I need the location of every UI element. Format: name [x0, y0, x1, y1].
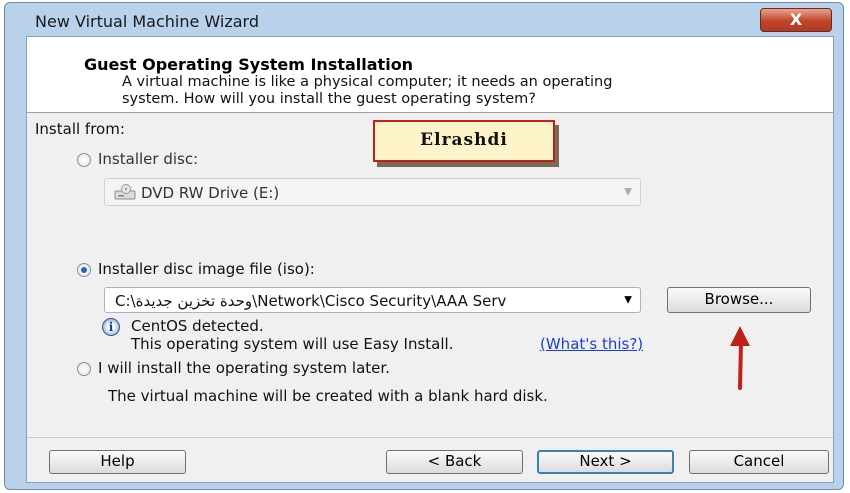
installer-iso-label[interactable]: Installer disc image file (iso): [98, 260, 315, 278]
drive-value: DVD RW Drive (E:) [141, 184, 280, 202]
whats-this-link[interactable]: (What's this?) [540, 335, 643, 353]
footer-separator [27, 437, 833, 438]
close-button[interactable]: X [760, 8, 832, 32]
browse-button-label: Browse... [704, 290, 774, 308]
next-button-label: Next > [579, 452, 632, 470]
install-later-description: The virtual machine will be created with… [108, 387, 548, 405]
back-button[interactable]: < Back [386, 450, 523, 474]
page-description: A virtual machine is like a physical com… [122, 74, 612, 108]
iso-path-value[interactable]: C:\وحدة تخزين جديدة\Network\Cisco Securi… [115, 292, 605, 310]
help-button-label: Help [100, 452, 135, 470]
title-bar[interactable]: New Virtual Machine Wizard X [5, 3, 843, 37]
detection-line-1: CentOS detected. [131, 317, 264, 335]
description-line-2: system. How will you install the guest o… [122, 91, 536, 107]
install-from-label: Install from: [35, 120, 125, 138]
watermark-text: Elrashdi [420, 130, 508, 150]
drive-select[interactable]: DVD RW Drive (E:) ▼ [104, 178, 641, 206]
annotation-arrow-icon [730, 326, 750, 390]
close-icon: X [789, 10, 803, 29]
info-icon: i [102, 318, 120, 336]
watermark-label: Elrashdi [373, 120, 555, 162]
radio-installer-iso[interactable] [77, 263, 91, 277]
cancel-button-label: Cancel [733, 452, 785, 470]
window-title: New Virtual Machine Wizard [35, 12, 259, 31]
back-button-label: < Back [427, 452, 482, 470]
description-line-1: A virtual machine is like a physical com… [122, 74, 613, 90]
radio-installer-disc[interactable] [77, 153, 91, 167]
dvd-drive-icon [114, 184, 136, 205]
installer-disc-label[interactable]: Installer disc: [98, 150, 198, 168]
iso-path-combobox[interactable]: C:\وحدة تخزين جديدة\Network\Cisco Securi… [104, 287, 641, 313]
radio-install-later[interactable] [77, 362, 91, 376]
help-button[interactable]: Help [49, 450, 186, 474]
install-later-label[interactable]: I will install the operating system late… [98, 359, 390, 377]
page-title: Guest Operating System Installation [84, 55, 414, 74]
next-button[interactable]: Next > [537, 450, 674, 474]
chevron-down-icon[interactable]: ▼ [624, 295, 632, 306]
detection-line-2: This operating system will use Easy Inst… [131, 335, 454, 353]
wizard-header: Guest Operating System Installation A vi… [27, 37, 833, 113]
cancel-button[interactable]: Cancel [689, 450, 829, 474]
browse-button[interactable]: Browse... [667, 287, 811, 313]
chevron-down-icon: ▼ [624, 186, 632, 198]
